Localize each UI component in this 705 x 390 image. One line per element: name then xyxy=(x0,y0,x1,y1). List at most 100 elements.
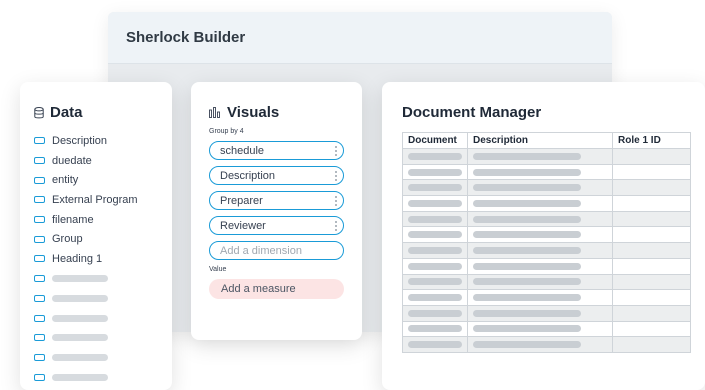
table-row[interactable] xyxy=(402,163,691,181)
add-measure-button[interactable]: Add a measure xyxy=(209,279,344,299)
skeleton-bar xyxy=(473,262,581,270)
dimension-pill[interactable]: Description xyxy=(209,166,344,185)
column-header-document[interactable]: Document xyxy=(402,132,468,149)
column-header-role-1-id[interactable]: Role 1 ID xyxy=(612,132,691,149)
more-vertical-icon[interactable] xyxy=(335,220,337,231)
value-label: Value xyxy=(209,266,227,273)
field-tag-icon xyxy=(34,216,45,224)
skeleton-bar xyxy=(473,184,581,192)
table-row[interactable] xyxy=(402,179,691,197)
field-item-placeholder xyxy=(34,367,160,387)
dimension-pill[interactable]: schedule xyxy=(209,141,344,160)
table-row[interactable] xyxy=(402,320,691,338)
field-label: entity xyxy=(52,174,79,187)
more-vertical-icon[interactable] xyxy=(335,195,337,206)
bar-chart-icon xyxy=(209,107,220,118)
description-cell xyxy=(467,163,613,181)
field-item[interactable]: External Program xyxy=(34,190,160,210)
field-tag-icon xyxy=(34,176,45,184)
dimension-list: schedule Description Preparer Reviewer xyxy=(209,141,344,235)
data-panel-header: Data xyxy=(34,104,160,121)
dimension-pill[interactable]: Preparer xyxy=(209,191,344,210)
field-label: Description xyxy=(52,134,108,147)
field-item[interactable]: entity xyxy=(34,170,160,190)
document-cell xyxy=(402,273,468,291)
description-cell xyxy=(467,273,613,291)
table-row[interactable] xyxy=(402,336,691,353)
table-header-row: Document Description Role 1 ID xyxy=(402,132,691,149)
document-cell xyxy=(402,210,468,228)
skeleton-bar xyxy=(52,294,108,302)
table-row[interactable] xyxy=(402,226,691,244)
visuals-panel-title: Visuals xyxy=(227,104,280,121)
skeleton-bar xyxy=(473,294,581,302)
group-by-label: Group by 4 xyxy=(209,128,244,135)
skeleton-bar xyxy=(408,199,462,207)
more-vertical-icon[interactable] xyxy=(335,170,337,181)
field-item[interactable]: Group xyxy=(34,229,160,249)
field-item-placeholder xyxy=(34,328,160,348)
table-row[interactable] xyxy=(402,195,691,212)
table-row[interactable] xyxy=(402,289,691,306)
skeleton-bar xyxy=(408,262,462,270)
dimension-label: Preparer xyxy=(220,194,263,207)
dimension-pill[interactable]: Reviewer xyxy=(209,216,344,235)
skeleton-bar xyxy=(473,199,581,207)
field-item[interactable]: filename xyxy=(34,210,160,230)
skeleton-bar xyxy=(473,215,581,223)
add-measure-label: Add a measure xyxy=(221,283,296,295)
skeleton-bar xyxy=(408,152,462,160)
field-item[interactable]: Description xyxy=(34,131,160,151)
document-manager-panel: Document Manager Document Description Ro… xyxy=(382,82,705,390)
field-label: Group xyxy=(52,233,83,246)
skeleton-bar xyxy=(473,341,581,349)
role-id-cell xyxy=(612,336,691,353)
table-row[interactable] xyxy=(402,273,691,291)
skeleton-bar xyxy=(408,231,462,239)
data-panel-title: Data xyxy=(50,104,83,121)
field-item[interactable]: duedate xyxy=(34,151,160,171)
description-cell xyxy=(467,289,613,306)
document-table-body xyxy=(402,148,691,353)
table-row[interactable] xyxy=(402,210,691,228)
document-cell xyxy=(402,242,468,259)
field-item-placeholder xyxy=(34,269,160,289)
skeleton-bar xyxy=(52,275,108,283)
add-dimension-input[interactable]: Add a dimension xyxy=(209,241,344,260)
role-id-cell xyxy=(612,210,691,228)
field-tag-icon xyxy=(34,255,45,263)
description-cell xyxy=(467,320,613,338)
field-tag-icon xyxy=(34,157,45,165)
description-cell xyxy=(467,242,613,259)
column-header-description[interactable]: Description xyxy=(467,132,613,149)
document-cell xyxy=(402,163,468,181)
field-tag-icon xyxy=(34,235,45,243)
document-cell xyxy=(402,320,468,338)
field-tag-icon xyxy=(34,275,45,283)
table-row[interactable] xyxy=(402,242,691,259)
role-id-cell xyxy=(612,304,691,322)
builder-header: Sherlock Builder xyxy=(108,12,612,64)
table-row[interactable] xyxy=(402,257,691,275)
skeleton-bar xyxy=(408,168,462,176)
description-cell xyxy=(467,179,613,197)
skeleton-bar xyxy=(52,334,108,342)
field-tag-icon xyxy=(34,334,45,342)
role-id-cell xyxy=(612,320,691,338)
description-cell xyxy=(467,148,613,165)
visuals-panel-header: Visuals xyxy=(209,104,344,121)
role-id-cell xyxy=(612,273,691,291)
table-row[interactable] xyxy=(402,304,691,322)
builder-title: Sherlock Builder xyxy=(126,29,246,46)
role-id-cell xyxy=(612,289,691,306)
table-row[interactable] xyxy=(402,148,691,165)
field-label: Heading 1 xyxy=(52,252,103,265)
document-manager-title: Document Manager xyxy=(402,104,542,121)
document-cell xyxy=(402,148,468,165)
database-icon xyxy=(34,106,44,118)
skeleton-bar xyxy=(473,325,581,333)
role-id-cell xyxy=(612,179,691,197)
field-item[interactable]: Heading 1 xyxy=(34,249,160,269)
field-tag-icon xyxy=(34,137,45,145)
more-vertical-icon[interactable] xyxy=(335,145,337,156)
